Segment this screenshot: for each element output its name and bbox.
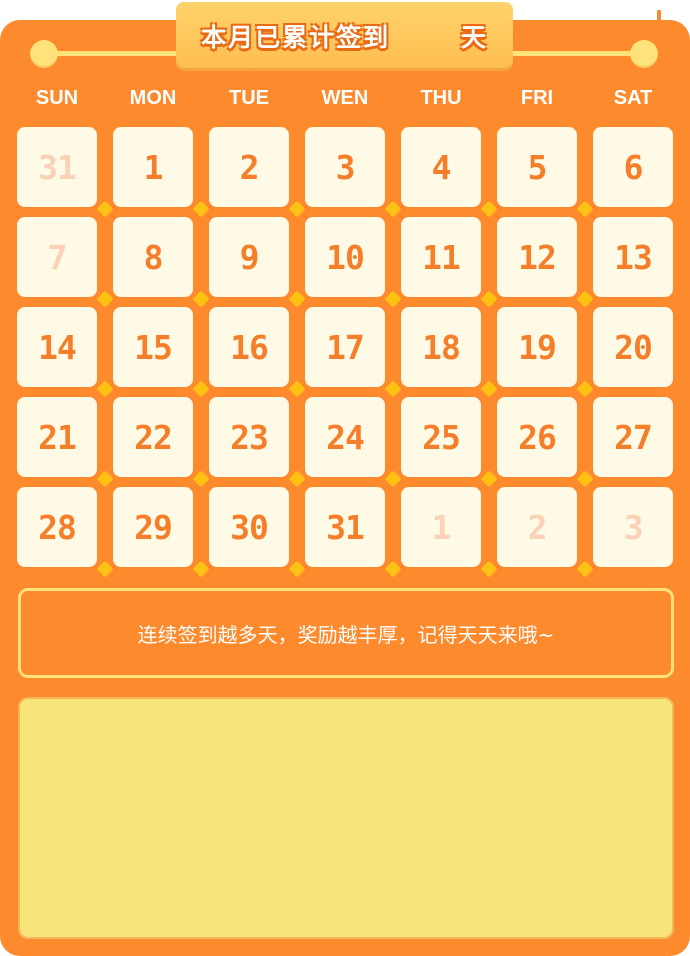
calendar-day-cell[interactable]: 3 [305, 127, 385, 207]
rail-knob-right [630, 40, 658, 68]
calendar-day-cell[interactable]: 8 [113, 217, 193, 297]
calendar-day-cell[interactable]: 30 [209, 487, 289, 567]
weekday-label-mon: MON [129, 87, 177, 109]
calendar-day-cell[interactable]: 27 [593, 397, 673, 477]
calendar-day-cell-other-month[interactable]: 31 [17, 127, 97, 207]
calendar-day-cell[interactable]: 11 [401, 217, 481, 297]
calendar-day-cell-other-month[interactable]: 3 [593, 487, 673, 567]
calendar-day-cell[interactable]: 22 [113, 397, 193, 477]
calendar-day-cell[interactable]: 5 [497, 127, 577, 207]
calendar-day-cell[interactable]: 4 [401, 127, 481, 207]
calendar-day-cell-other-month[interactable]: 7 [17, 217, 97, 297]
calendar-day-cell[interactable]: 21 [17, 397, 97, 477]
banner-title-text: 本月已累计签到 [201, 23, 391, 52]
calendar-day-cell[interactable]: 2 [209, 127, 289, 207]
checkin-notice: 连续签到越多天，奖励越丰厚，记得天天来哦~ [18, 588, 674, 678]
weekday-label-sat: SAT [613, 87, 653, 109]
calendar-day-cell[interactable]: 29 [113, 487, 193, 567]
calendar-day-cell[interactable]: 25 [401, 397, 481, 477]
weekday-label-wen: WEN [321, 87, 369, 109]
calendar-day-cell[interactable]: 6 [593, 127, 673, 207]
calendar-day-cell[interactable]: 19 [497, 307, 577, 387]
calendar-day-cell[interactable]: 15 [113, 307, 193, 387]
calendar-day-cell[interactable]: 12 [497, 217, 577, 297]
calendar-day-cell[interactable]: 24 [305, 397, 385, 477]
calendar-day-cell[interactable]: 14 [17, 307, 97, 387]
calendar-day-cell[interactable]: 13 [593, 217, 673, 297]
calendar-day-cell[interactable]: 10 [305, 217, 385, 297]
reward-panel [18, 697, 674, 939]
weekday-label-sun: SUN [35, 87, 79, 109]
banner-title: 本月已累计签到 天 [176, 18, 513, 54]
calendar-day-cell[interactable]: 18 [401, 307, 481, 387]
weekday-label-fri: FRI [520, 87, 554, 109]
calendar-day-cell-other-month[interactable]: 1 [401, 487, 481, 567]
calendar-day-cell[interactable]: 16 [209, 307, 289, 387]
calendar-day-cell[interactable]: 23 [209, 397, 289, 477]
calendar-day-cell[interactable]: 1 [113, 127, 193, 207]
notice-text: 连续签到越多天，奖励越丰厚，记得天天来哦~ [137, 622, 555, 647]
weekday-label-thu: THU [420, 87, 462, 109]
checkin-summary-banner: 本月已累计签到 天 [176, 2, 513, 68]
calendar-day-cell[interactable]: 17 [305, 307, 385, 387]
calendar-day-cell[interactable]: 31 [305, 487, 385, 567]
calendar-day-cell[interactable]: 9 [209, 217, 289, 297]
weekday-label-tue: TUE [229, 87, 269, 109]
rail-knob-left [30, 40, 58, 68]
banner-unit: 天 [460, 23, 488, 52]
calendar-day-cell[interactable]: 26 [497, 397, 577, 477]
calendar-day-cell-other-month[interactable]: 2 [497, 487, 577, 567]
calendar-day-cell[interactable]: 28 [17, 487, 97, 567]
calendar-day-cell[interactable]: 20 [593, 307, 673, 387]
